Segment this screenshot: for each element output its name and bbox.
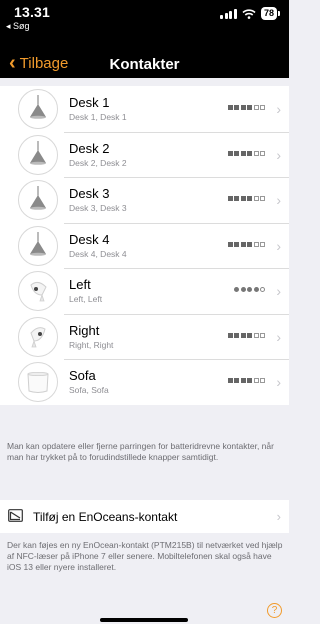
item-subtitle: Desk 1, Desk 1: [69, 112, 127, 122]
item-subtitle: Desk 4, Desk 4: [69, 248, 127, 259]
page-title: Kontakter: [109, 56, 180, 73]
wifi-icon: [242, 8, 256, 19]
chevron-right-icon: ›: [276, 101, 281, 117]
list-item[interactable]: Desk 1 Desk 1, Desk 1 ›: [0, 86, 289, 132]
item-subtitle: Desk 2, Desk 2: [69, 157, 127, 168]
pendant-lamp-icon: [18, 225, 58, 266]
spot-lamp-icon: [18, 316, 58, 357]
help-button[interactable]: ?: [267, 603, 282, 618]
chevron-right-icon: ›: [276, 374, 281, 390]
item-title: Right: [69, 322, 100, 338]
item-title: Desk 3: [69, 186, 110, 201]
list-item[interactable]: Left Left, Left ›: [0, 268, 289, 314]
switch-icon: [8, 509, 23, 522]
chevron-right-icon: ›: [276, 509, 281, 524]
status-indicators: 78: [220, 7, 281, 20]
pendant-lamp-icon: [18, 89, 58, 129]
shade-lamp-icon: [18, 362, 58, 402]
signal-strength-indicator: [227, 196, 265, 201]
signal-icon: [220, 8, 237, 19]
signal-strength-indicator: [227, 105, 265, 110]
chevron-right-icon: ›: [276, 237, 281, 254]
item-title: Desk 1: [69, 95, 110, 110]
pendant-lamp-icon: [18, 134, 58, 175]
signal-strength-indicator: [227, 378, 265, 383]
list-item[interactable]: Desk 3 Desk 3, Desk 3 ›: [0, 177, 289, 223]
header: 13.31 ◂ Søg 78 ‹ Tilbage Kontakter: [0, 0, 289, 78]
home-indicator[interactable]: [100, 618, 188, 622]
signal-strength-indicator: [227, 150, 265, 156]
list-item[interactable]: Desk 4 Desk 4, Desk 4 ›: [0, 222, 289, 269]
pendant-lamp-icon: [18, 180, 58, 220]
chevron-right-icon: ›: [276, 146, 281, 163]
signal-strength-indicator: [227, 332, 265, 338]
add-contact-label: Tilføj en EnOceans-kontakt: [33, 510, 178, 524]
pairing-info-text: Man kan opdatere eller fjerne parringen …: [7, 441, 274, 462]
back-to-app-link[interactable]: ◂ Søg: [6, 21, 30, 32]
signal-strength-indicator: [234, 287, 265, 292]
battery-icon: 78: [260, 7, 281, 20]
chevron-right-icon: ›: [276, 192, 281, 208]
signal-strength-indicator: [227, 241, 265, 247]
chevron-right-icon: ›: [276, 283, 281, 299]
nfc-info-text: Der kan føjes en ny EnOcean-kontakt (PTM…: [7, 540, 283, 572]
list-item[interactable]: Sofa Sofa, Sofa ›: [0, 359, 289, 405]
item-title: Sofa: [69, 368, 96, 383]
item-title: Left: [69, 277, 91, 292]
contacts-list: Desk 1 Desk 1, Desk 1 › Desk 2 Desk 2, D…: [0, 86, 289, 405]
item-title: Desk 4: [69, 231, 110, 247]
item-title: Desk 2: [69, 140, 110, 156]
status-time: 13.31: [14, 4, 51, 20]
add-enocean-contact-button[interactable]: Tilføj en EnOceans-kontakt ›: [0, 500, 289, 533]
item-subtitle: Right, Right: [69, 339, 114, 350]
item-subtitle: Desk 3, Desk 3: [69, 203, 127, 213]
list-item[interactable]: Desk 2 Desk 2, Desk 2 ›: [0, 131, 289, 178]
spot-lamp-icon: [18, 271, 58, 311]
item-subtitle: Sofa, Sofa: [69, 385, 109, 395]
list-item[interactable]: Right Right, Right ›: [0, 313, 289, 360]
item-subtitle: Left, Left: [69, 294, 103, 304]
chevron-right-icon: ›: [276, 328, 281, 345]
